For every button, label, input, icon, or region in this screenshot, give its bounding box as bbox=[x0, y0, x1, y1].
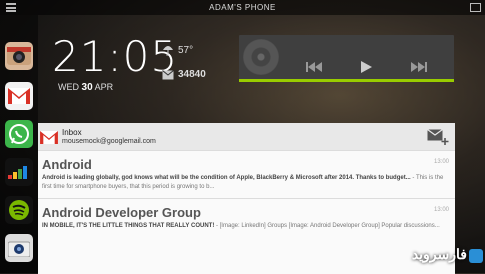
inbox-title: Inbox bbox=[62, 128, 82, 137]
spotify-app-icon[interactable] bbox=[5, 196, 33, 224]
window-icon[interactable] bbox=[470, 3, 481, 12]
watermark-icon bbox=[469, 249, 483, 263]
album-art[interactable] bbox=[243, 39, 279, 75]
music-player-widget bbox=[239, 35, 454, 82]
next-icon[interactable] bbox=[410, 62, 427, 72]
gmail-app-icon[interactable] bbox=[5, 82, 33, 110]
clock-date: WED 30 APR bbox=[58, 82, 113, 93]
mail-subject: Android bbox=[42, 157, 92, 172]
mail-count-widget[interactable]: 34840 bbox=[162, 69, 206, 80]
whatsapp-app-icon[interactable] bbox=[5, 120, 33, 148]
envelope-icon bbox=[162, 69, 174, 79]
inbox-account: mousemock@googlemail.com bbox=[62, 138, 156, 145]
date-day: 30 bbox=[81, 82, 93, 93]
date-month: APR bbox=[94, 82, 114, 92]
inbox-header[interactable]: Inbox mousemock@googlemail.com bbox=[38, 123, 455, 150]
camera2-app-icon[interactable] bbox=[5, 234, 33, 262]
clock-time: 21:05 bbox=[52, 32, 179, 81]
gmail-icon bbox=[40, 131, 58, 144]
watermark-text: فارسروید bbox=[411, 246, 467, 262]
unread-count: 34840 bbox=[178, 69, 206, 80]
play-icon[interactable] bbox=[360, 61, 373, 73]
mail-snippet: Android is leading globally, god knows w… bbox=[42, 174, 447, 192]
list-item[interactable]: Android 13:00 Android is leading globall… bbox=[38, 150, 455, 199]
playback-controls bbox=[287, 60, 446, 74]
mail-snippet-bold: IN MOBILE, IT'S THE LITTLE THINGS THAT R… bbox=[42, 223, 215, 229]
weather-widget[interactable]: 57° bbox=[162, 44, 193, 56]
temperature: 57° bbox=[178, 44, 194, 56]
list-item[interactable]: Android Developer Group 13:00 IN MOBILE,… bbox=[38, 198, 455, 274]
previous-icon[interactable] bbox=[306, 62, 323, 72]
progress-bar bbox=[239, 79, 454, 82]
camera-app-icon[interactable] bbox=[5, 42, 33, 70]
mail-snippet-rest: - [Image: LinkedIn] Groups [Image: Andro… bbox=[214, 223, 440, 229]
umbrella-icon bbox=[163, 46, 173, 56]
date-weekday: WED bbox=[58, 82, 79, 92]
mail-time: 13:00 bbox=[433, 159, 449, 165]
deezer-app-icon[interactable] bbox=[5, 158, 33, 186]
top-bar: ADAM'S PHONE bbox=[0, 0, 485, 15]
mail-subject: Android Developer Group bbox=[42, 205, 201, 220]
device-title: ADAM'S PHONE bbox=[209, 3, 276, 12]
mail-snippet-bold: Android is leading globally, god knows w… bbox=[42, 175, 411, 181]
mail-snippet: IN MOBILE, IT'S THE LITTLE THINGS THAT R… bbox=[42, 222, 447, 231]
mail-time: 13:00 bbox=[433, 207, 449, 213]
menu-icon[interactable] bbox=[6, 3, 16, 12]
compose-icon[interactable] bbox=[427, 129, 449, 145]
app-dock bbox=[0, 15, 38, 273]
